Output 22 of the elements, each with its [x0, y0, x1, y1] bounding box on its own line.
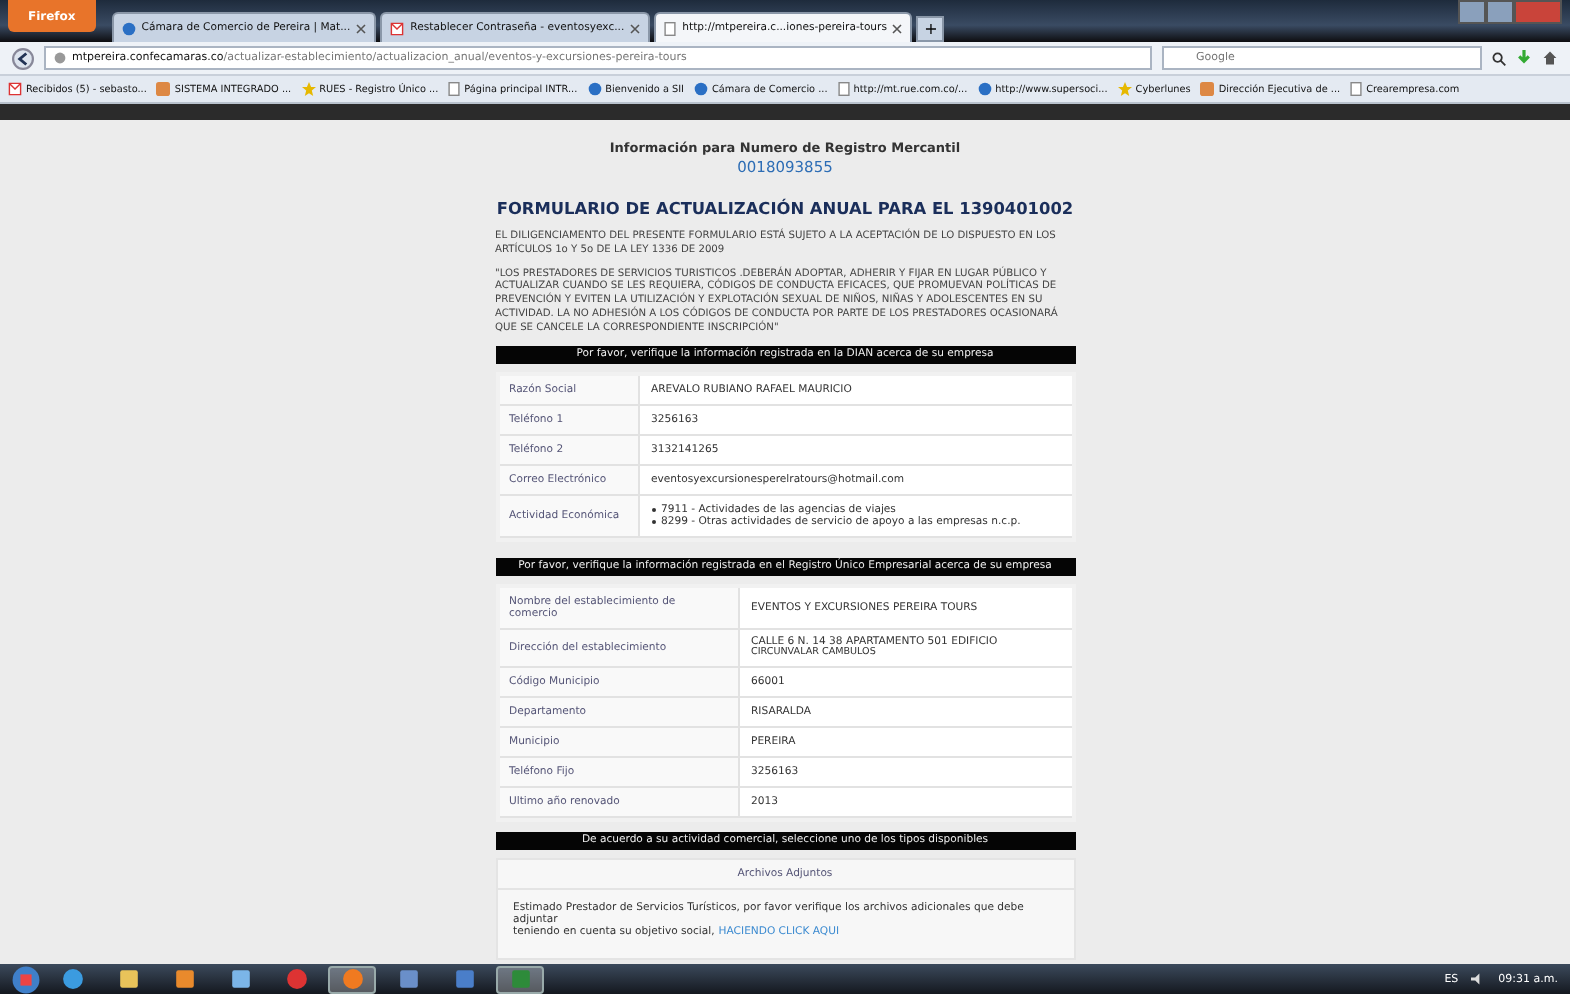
- maximize-button[interactable]: [1486, 0, 1514, 24]
- page-icon: [837, 82, 850, 96]
- minimize-button[interactable]: [1458, 0, 1486, 24]
- app-icon: [1200, 82, 1215, 96]
- search-icon[interactable]: [1492, 51, 1506, 65]
- back-icon[interactable]: [12, 47, 34, 69]
- mail-icon: [8, 82, 22, 96]
- star-icon: [1117, 82, 1132, 96]
- start-button[interactable]: [12, 965, 40, 993]
- page-icon: [448, 82, 461, 96]
- close-icon[interactable]: [892, 23, 903, 33]
- star-icon: [301, 82, 316, 96]
- page-icon: [1350, 82, 1363, 96]
- home-icon[interactable]: [1542, 50, 1558, 66]
- download-icon[interactable]: [1516, 50, 1532, 66]
- page-icon: [664, 21, 677, 35]
- app-icon: [156, 82, 171, 96]
- form-title: FORMULARIO DE ACTUALIZACIÓN ANUAL PARA EL 1390401002: [496, 198, 1074, 218]
- close-icon[interactable]: [356, 23, 367, 33]
- mail-icon: [390, 21, 405, 35]
- new-tab-button[interactable]: +: [916, 16, 945, 42]
- close-icon[interactable]: [630, 23, 641, 33]
